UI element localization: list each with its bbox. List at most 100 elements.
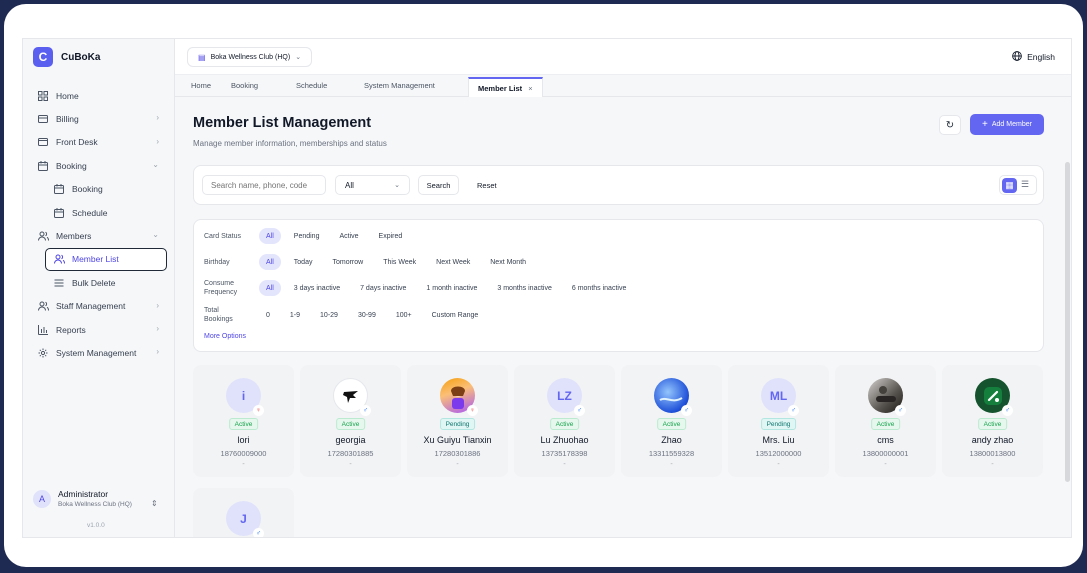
view-toggle: ▦ ☰ (999, 175, 1037, 195)
member-card[interactable]: J ♂ (193, 488, 294, 537)
filter-label: Total Bookings (204, 306, 259, 324)
filter-chip[interactable]: Expired (372, 228, 410, 244)
chevron-down-icon: ⌄ (152, 160, 159, 170)
reset-button[interactable]: Reset (477, 181, 497, 190)
filter-chip[interactable]: All (259, 254, 281, 270)
close-icon[interactable]: × (528, 84, 532, 93)
member-extra: - (242, 461, 245, 468)
filter-row-birthday: Birthday All Today Tomorrow This Week Ne… (204, 253, 539, 271)
member-card[interactable]: i ♀ Active lori 18760009000 - (193, 365, 294, 477)
filter-chip[interactable]: 1-9 (283, 307, 307, 323)
sidebar-item-bulk-delete[interactable]: Bulk Delete (23, 271, 175, 294)
sidebar-item-billing[interactable]: Billing › (23, 107, 175, 130)
tab-system-management[interactable]: System Management (364, 81, 435, 90)
status-badge: Active (870, 418, 901, 430)
filter-chip[interactable]: Pending (287, 228, 327, 244)
chevron-down-icon: ⌄ (394, 182, 400, 189)
filter-chip[interactable]: Today (287, 254, 320, 270)
filter-chip[interactable]: All (259, 228, 281, 244)
male-icon: ♂ (253, 528, 264, 537)
tab-schedule[interactable]: Schedule (296, 81, 327, 90)
users-icon (37, 230, 49, 242)
member-card[interactable]: ♂ Active andy zhao 13800013800 - (942, 365, 1043, 477)
filter-chip[interactable]: All (259, 280, 281, 296)
screenshot-frame: C CuBoKa Home Billing › Front Desk › Boo… (4, 4, 1083, 567)
globe-icon (1012, 51, 1022, 63)
filter-chip[interactable]: 3 days inactive (287, 280, 347, 296)
member-name: cms (877, 435, 894, 445)
filter-chip[interactable]: 1 month inactive (419, 280, 484, 296)
scrollbar[interactable] (1065, 162, 1070, 482)
filter-chip[interactable]: 100+ (389, 307, 419, 323)
member-card[interactable]: ♂ Active cms 13800000001 - (835, 365, 936, 477)
chevron-right-icon: › (156, 347, 159, 357)
tab-booking[interactable]: Booking (231, 81, 258, 90)
add-member-button[interactable]: + Add Member (970, 114, 1044, 135)
member-card[interactable]: ML ♂ Pending Mrs. Liu 13512000000 - (728, 365, 829, 477)
sidebar-item-front-desk[interactable]: Front Desk › (23, 131, 175, 154)
brand: C CuBoKa (33, 47, 100, 67)
member-name: Mrs. Liu (762, 435, 795, 445)
club-selector[interactable]: ▤ Boka Wellness Club (HQ) ⌄ (187, 47, 313, 67)
filter-chip[interactable]: Active (332, 228, 365, 244)
filter-row-card-status: Card Status All Pending Active Expired (204, 227, 415, 245)
search-input[interactable] (202, 175, 326, 195)
sidebar-item-label: Home (56, 90, 79, 101)
sidebar-item-members[interactable]: Members ⌄ (23, 224, 175, 247)
status-select[interactable]: All ⌄ (335, 175, 410, 195)
member-card[interactable]: ♂ Active Zhao 13311559328 - (621, 365, 722, 477)
sidebar-item-system-management[interactable]: System Management › (23, 341, 175, 364)
character-photo (450, 386, 465, 409)
building-icon: ▤ (198, 52, 206, 62)
filter-chip[interactable]: Custom Range (425, 307, 486, 323)
status-badge: Active (977, 418, 1008, 430)
filter-chip[interactable]: Next Month (483, 254, 533, 270)
sidebar-item-member-list[interactable]: Member List (45, 247, 167, 272)
member-phone: 13311559328 (648, 449, 695, 458)
more-options-link[interactable]: More Options (204, 333, 246, 340)
filter-chip[interactable]: Next Week (429, 254, 477, 270)
filter-chip[interactable]: 30-99 (351, 307, 383, 323)
sidebar-item-booking-group[interactable]: Booking ⌄ (23, 154, 175, 177)
sidebar-item-label: System Management (56, 347, 137, 358)
sidebar-item-schedule[interactable]: Schedule (23, 201, 175, 224)
member-extra: - (563, 461, 566, 468)
sidebar: C CuBoKa Home Billing › Front Desk › Boo… (23, 39, 175, 537)
app-window: C CuBoKa Home Billing › Front Desk › Boo… (22, 38, 1072, 538)
search-button[interactable]: Search (418, 175, 459, 195)
topbar: ▤ Boka Wellness Club (HQ) ⌄ English (175, 39, 1071, 75)
filter-label-line: Total (204, 307, 219, 314)
member-name: Zhao (661, 435, 682, 445)
sidebar-item-home[interactable]: Home (23, 84, 175, 107)
filter-chip[interactable]: 7 days inactive (353, 280, 413, 296)
refresh-button[interactable]: ↻ (939, 115, 961, 135)
member-card[interactable]: LZ ♂ Active Lu Zhuohao 13735178398 - (514, 365, 615, 477)
filter-chip[interactable]: 0 (259, 307, 277, 323)
filter-chip[interactable]: Tomorrow (325, 254, 370, 270)
filter-chip[interactable]: 6 months inactive (565, 280, 633, 296)
member-name: Lu Zhuohao (540, 435, 589, 445)
filter-label-line: Frequency (204, 289, 238, 296)
grid-view-icon[interactable]: ▦ (1002, 178, 1017, 193)
gear-icon (37, 347, 49, 359)
tab-member-list[interactable]: Member List × (468, 77, 543, 97)
filter-chip[interactable]: 10-29 (313, 307, 345, 323)
switch-icon[interactable]: ⇕ (151, 499, 158, 508)
filter-chip[interactable]: This Week (376, 254, 423, 270)
member-card[interactable]: ♀ Pending Xu Guiyu Tianxin 17280301886 - (407, 365, 508, 477)
status-badge: Active (335, 418, 366, 430)
tab-home[interactable]: Home (191, 81, 211, 90)
status-badge: Pending (760, 418, 797, 430)
filter-chip[interactable]: 3 months inactive (490, 280, 558, 296)
page-subtitle: Manage member information, memberships a… (193, 139, 387, 148)
member-card[interactable]: ♂ Active georgia 17280301885 - (300, 365, 401, 477)
user-profile[interactable]: A Administrator Boka Wellness Club (HQ) (33, 489, 132, 508)
phone-logo-image (983, 386, 1002, 405)
filter-row-bookings: Total Bookings 0 1-9 10-29 30-99 100+ Cus… (204, 306, 491, 324)
language-selector[interactable]: English (1012, 51, 1055, 63)
sidebar-item-reports[interactable]: Reports › (23, 318, 175, 341)
list-view-icon[interactable]: ☰ (1021, 179, 1029, 190)
sidebar-item-staff-management[interactable]: Staff Management › (23, 295, 175, 318)
member-name: Xu Guiyu Tianxin (423, 435, 492, 445)
sidebar-item-booking[interactable]: Booking (23, 178, 175, 201)
